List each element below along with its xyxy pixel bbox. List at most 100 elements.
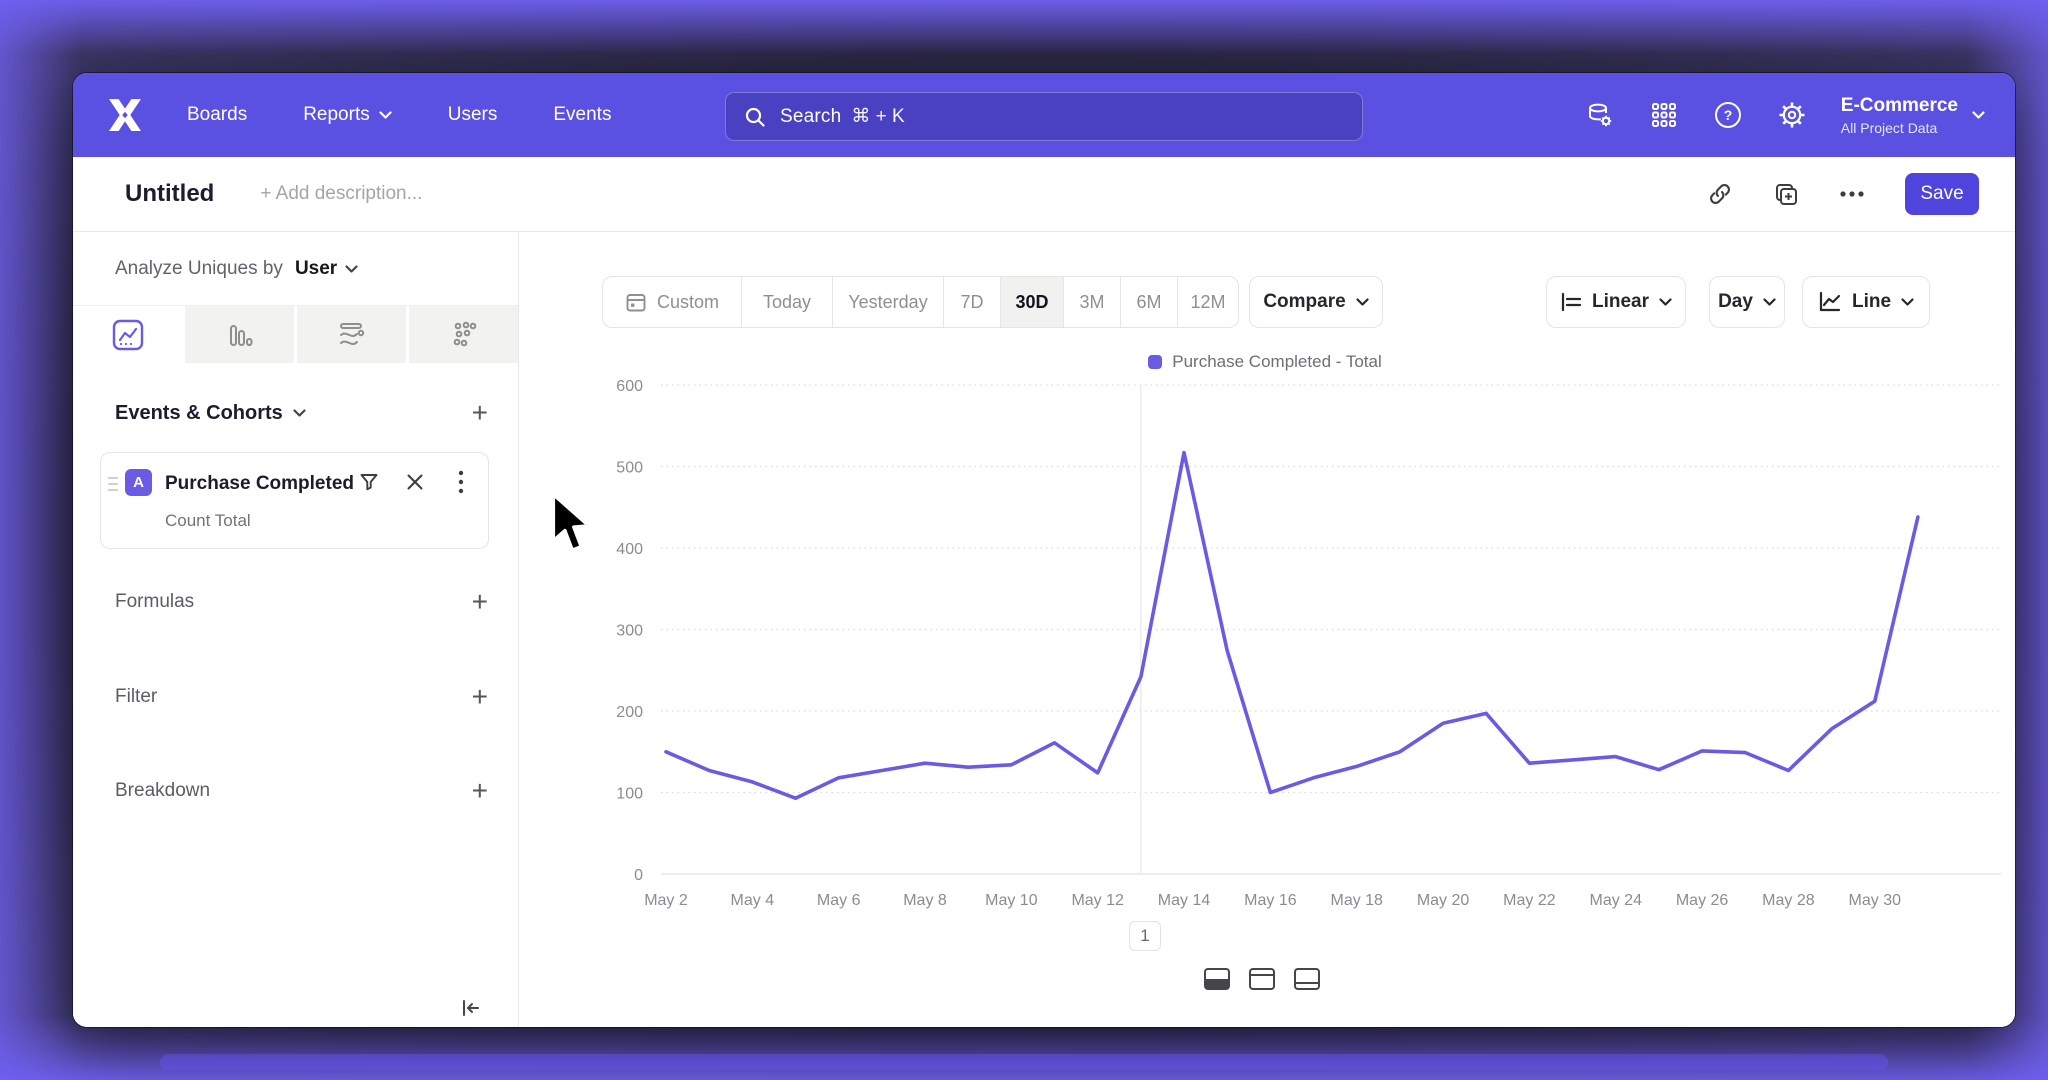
insights-line-chart[interactable]: 0100200300400500600May 2May 4May 6May 8M… bbox=[559, 378, 2015, 944]
report-header: Untitled + Add description... Save bbox=[73, 157, 2015, 232]
breakdown-label: Breakdown bbox=[115, 780, 210, 802]
breakdown-section: Breakdown + bbox=[73, 766, 518, 816]
chart-legend: Purchase Completed - Total bbox=[1055, 352, 1475, 372]
event-more-options-icon[interactable] bbox=[450, 471, 472, 493]
chevron-down-icon bbox=[1901, 298, 1914, 306]
search-placeholder: Search bbox=[780, 106, 841, 128]
tab-line-chart[interactable] bbox=[73, 306, 182, 363]
line-type-icon bbox=[1818, 291, 1842, 313]
layout-split-bottom-icon[interactable] bbox=[1201, 964, 1233, 994]
layout-top-bar-icon[interactable] bbox=[1246, 964, 1278, 994]
event-card[interactable]: A Purchase Completed Count Total bbox=[100, 452, 489, 549]
svg-text:May 22: May 22 bbox=[1503, 892, 1556, 909]
scale-dropdown[interactable]: Linear bbox=[1546, 276, 1686, 328]
formulas-label: Formulas bbox=[115, 591, 194, 613]
svg-text:May 12: May 12 bbox=[1071, 892, 1124, 909]
top-nav: Boards Reports Users Events Search ⌘ + K bbox=[73, 73, 2015, 157]
layout-toggle-group bbox=[1201, 964, 1323, 994]
visualization-tabs bbox=[73, 305, 518, 363]
add-filter-button[interactable]: + bbox=[472, 683, 488, 711]
add-formula-button[interactable]: + bbox=[472, 588, 488, 616]
svg-text:500: 500 bbox=[616, 460, 643, 477]
svg-text:May 16: May 16 bbox=[1244, 892, 1297, 909]
events-cohorts-label[interactable]: Events & Cohorts bbox=[115, 402, 306, 425]
chevron-down-icon bbox=[345, 265, 358, 273]
search-shortcut: ⌘ + K bbox=[851, 105, 904, 128]
range-custom[interactable]: Custom bbox=[602, 276, 742, 328]
event-badge: A bbox=[125, 469, 152, 496]
chevron-down-icon bbox=[1972, 111, 1985, 119]
tab-bar-chart[interactable] bbox=[185, 306, 294, 363]
nav-links: Boards Reports Users Events bbox=[187, 104, 611, 126]
range-today[interactable]: Today bbox=[741, 276, 833, 328]
nav-item-reports[interactable]: Reports bbox=[303, 104, 392, 126]
layout-bottom-bar-icon[interactable] bbox=[1291, 964, 1323, 994]
more-options-icon[interactable] bbox=[1839, 181, 1865, 207]
event-metric-dropdown[interactable]: Count Total bbox=[165, 511, 251, 531]
query-sidebar: Analyze Uniques by User bbox=[73, 232, 519, 1027]
range-12m[interactable]: 12M bbox=[1177, 276, 1239, 328]
chart-type-dropdown[interactable]: Line bbox=[1802, 276, 1930, 328]
svg-text:200: 200 bbox=[616, 704, 643, 721]
events-cohorts-header: Events & Cohorts + bbox=[73, 389, 518, 437]
analyze-prefix: Analyze Uniques by bbox=[115, 258, 283, 280]
mixpanel-logo-icon[interactable] bbox=[103, 98, 147, 132]
background-glow bbox=[160, 1054, 1888, 1070]
svg-text:100: 100 bbox=[616, 786, 643, 803]
flow-icon bbox=[335, 318, 369, 352]
project-scope: All Project Data bbox=[1841, 120, 1958, 136]
svg-text:May 26: May 26 bbox=[1676, 892, 1729, 909]
nav-item-events[interactable]: Events bbox=[553, 104, 611, 126]
range-30d[interactable]: 30D bbox=[1000, 276, 1064, 328]
nav-item-boards[interactable]: Boards bbox=[187, 104, 247, 126]
chevron-down-icon bbox=[1763, 298, 1776, 306]
project-switcher[interactable]: E-Commerce All Project Data bbox=[1841, 95, 1985, 136]
filter-label: Filter bbox=[115, 686, 157, 708]
tab-scatter-chart[interactable] bbox=[409, 306, 518, 363]
line-chart-icon bbox=[111, 318, 145, 352]
help-icon[interactable]: ? bbox=[1713, 100, 1743, 130]
svg-text:May 8: May 8 bbox=[903, 892, 947, 909]
range-yesterday[interactable]: Yesterday bbox=[832, 276, 944, 328]
nav-item-users[interactable]: Users bbox=[448, 104, 498, 126]
duplicate-icon[interactable] bbox=[1773, 181, 1799, 207]
svg-text:May 28: May 28 bbox=[1762, 892, 1815, 909]
chevron-down-icon bbox=[1356, 298, 1369, 306]
nav-right: ? E-Commerce All Project Data bbox=[1585, 73, 1985, 157]
scatter-icon bbox=[447, 318, 481, 352]
app-window: Boards Reports Users Events Search ⌘ + K bbox=[73, 73, 2015, 1027]
project-name: E-Commerce bbox=[1841, 95, 1958, 117]
analyze-value-dropdown[interactable]: User bbox=[295, 258, 337, 280]
chevron-down-icon bbox=[1659, 298, 1672, 306]
apps-grid-icon[interactable] bbox=[1649, 100, 1679, 130]
interval-dropdown[interactable]: Day bbox=[1709, 276, 1785, 328]
svg-text:400: 400 bbox=[616, 541, 643, 558]
remove-event-icon[interactable] bbox=[404, 471, 426, 493]
add-event-button[interactable]: + bbox=[472, 399, 488, 427]
drag-handle-icon[interactable] bbox=[108, 477, 118, 491]
copy-link-icon[interactable] bbox=[1707, 181, 1733, 207]
range-3m[interactable]: 3M bbox=[1063, 276, 1121, 328]
mouse-cursor bbox=[548, 492, 594, 559]
svg-text:May 30: May 30 bbox=[1849, 892, 1902, 909]
page-indicator[interactable]: 1 bbox=[1129, 921, 1161, 951]
linear-scale-icon bbox=[1560, 292, 1582, 312]
add-breakdown-button[interactable]: + bbox=[472, 777, 488, 805]
save-button[interactable]: Save bbox=[1905, 173, 1979, 215]
add-description[interactable]: + Add description... bbox=[260, 183, 422, 205]
search-input[interactable]: Search ⌘ + K bbox=[725, 92, 1363, 141]
svg-text:300: 300 bbox=[616, 623, 643, 640]
tab-flow-chart[interactable] bbox=[297, 306, 406, 363]
settings-gear-icon[interactable] bbox=[1777, 100, 1807, 130]
compare-dropdown[interactable]: Compare bbox=[1249, 276, 1383, 328]
range-6m[interactable]: 6M bbox=[1120, 276, 1178, 328]
filter-section: Filter + bbox=[73, 672, 518, 722]
range-7d[interactable]: 7D bbox=[943, 276, 1001, 328]
data-management-icon[interactable] bbox=[1585, 100, 1615, 130]
event-name[interactable]: Purchase Completed bbox=[165, 473, 354, 495]
collapse-sidebar-icon[interactable] bbox=[459, 996, 485, 1022]
filter-funnel-icon[interactable] bbox=[358, 471, 380, 493]
report-main: Custom Today Yesterday 7D 30D 3M 6M 12M … bbox=[519, 232, 2015, 1027]
report-title[interactable]: Untitled bbox=[125, 180, 214, 208]
svg-text:May 6: May 6 bbox=[817, 892, 861, 909]
